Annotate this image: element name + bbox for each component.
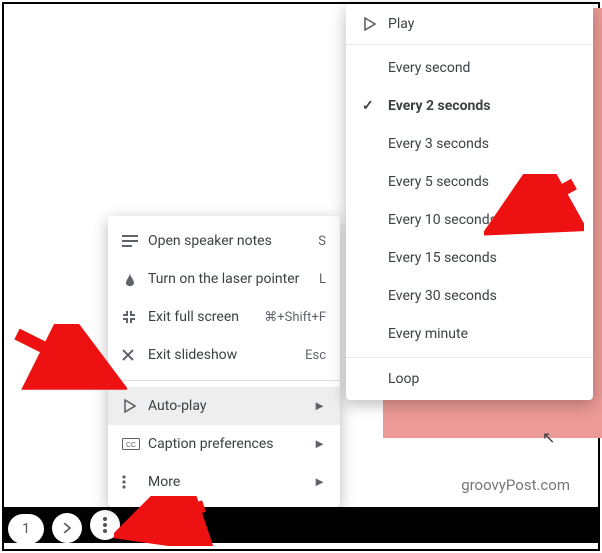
autoplay-submenu: Play Every second ✓Every 2 seconds Every 3… xyxy=(346,4,593,400)
menu-label: Loop xyxy=(388,371,419,387)
option-label: Every 5 seconds xyxy=(388,174,489,190)
interval-option[interactable]: Every 5 seconds xyxy=(346,163,593,201)
menu-label: Turn on the laser pointer xyxy=(148,271,319,287)
menu-item-play[interactable]: Play xyxy=(346,4,593,44)
submenu-arrow-icon: ► xyxy=(313,436,326,452)
mouse-cursor: ↖ xyxy=(542,428,555,447)
interval-option[interactable]: Every 10 seconds xyxy=(346,201,593,239)
submenu-arrow-icon: ► xyxy=(313,398,326,414)
more-options-button[interactable] xyxy=(90,510,120,540)
menu-label: Play xyxy=(388,16,414,32)
chevron-right-icon xyxy=(62,523,72,533)
close-icon xyxy=(122,349,148,361)
menu-item-exit-fullscreen[interactable]: Exit full screen ⌘+Shift+F xyxy=(108,298,340,336)
next-slide-button[interactable] xyxy=(52,513,82,543)
option-label: Every 10 seconds xyxy=(388,212,497,228)
menu-label: More xyxy=(148,474,313,490)
menu-item-more[interactable]: More ► xyxy=(108,463,340,501)
shortcut: L xyxy=(319,272,326,287)
menu-label: Exit full screen xyxy=(148,309,264,325)
interval-option[interactable]: ✓Every 2 seconds xyxy=(346,87,593,125)
screenshot-frame: Simpl By Y groovyPost.com 1 Open speaker… xyxy=(2,2,600,551)
interval-option[interactable]: Every 15 seconds xyxy=(346,239,593,277)
cc-icon: CC xyxy=(122,438,148,450)
option-label: Every second xyxy=(388,60,470,76)
menu-label: Open speaker notes xyxy=(148,233,318,249)
svg-text:CC: CC xyxy=(126,442,136,449)
menu-item-speaker-notes[interactable]: Open speaker notes S xyxy=(108,222,340,260)
menu-label: Caption preferences xyxy=(148,436,313,452)
interval-option[interactable]: Every 30 seconds xyxy=(346,277,593,315)
option-label: Every 3 seconds xyxy=(388,136,489,152)
laser-icon xyxy=(122,271,148,287)
interval-option[interactable]: Every second xyxy=(346,49,593,87)
interval-option[interactable]: Every minute xyxy=(346,315,593,353)
shortcut: ⌘+Shift+F xyxy=(264,310,326,325)
check-icon: ✓ xyxy=(362,98,388,114)
slideshow-options-menu: Open speaker notes S Turn on the laser p… xyxy=(108,216,340,507)
menu-item-captions[interactable]: CC Caption preferences ► xyxy=(108,425,340,463)
slideshow-toolbar: 1 xyxy=(4,507,598,543)
kebab-icon xyxy=(103,517,107,533)
play-icon xyxy=(122,399,148,413)
separator xyxy=(108,380,340,381)
menu-label: Auto-play xyxy=(148,398,313,414)
play-icon xyxy=(362,17,388,31)
menu-item-laser-pointer[interactable]: Turn on the laser pointer L xyxy=(108,260,340,298)
watermark: groovyPost.com xyxy=(461,476,570,494)
option-label: Every minute xyxy=(388,326,468,342)
kebab-icon xyxy=(122,475,148,489)
exit-fullscreen-icon xyxy=(122,310,148,324)
option-label: Every 2 seconds xyxy=(388,98,490,114)
menu-item-autoplay[interactable]: Auto-play ► xyxy=(108,387,340,425)
interval-options: Every second ✓Every 2 seconds Every 3 seco… xyxy=(346,44,593,358)
menu-item-loop[interactable]: Loop xyxy=(346,358,593,400)
shortcut: Esc xyxy=(305,348,326,363)
option-label: Every 15 seconds xyxy=(388,250,497,266)
menu-item-exit-slideshow[interactable]: Exit slideshow Esc xyxy=(108,336,340,374)
interval-option[interactable]: Every 3 seconds xyxy=(346,125,593,163)
notes-icon xyxy=(122,235,148,247)
page-number-chip[interactable]: 1 xyxy=(8,514,44,544)
shortcut: S xyxy=(318,234,326,249)
submenu-arrow-icon: ► xyxy=(313,474,326,490)
menu-label: Exit slideshow xyxy=(148,347,305,363)
option-label: Every 30 seconds xyxy=(388,288,497,304)
